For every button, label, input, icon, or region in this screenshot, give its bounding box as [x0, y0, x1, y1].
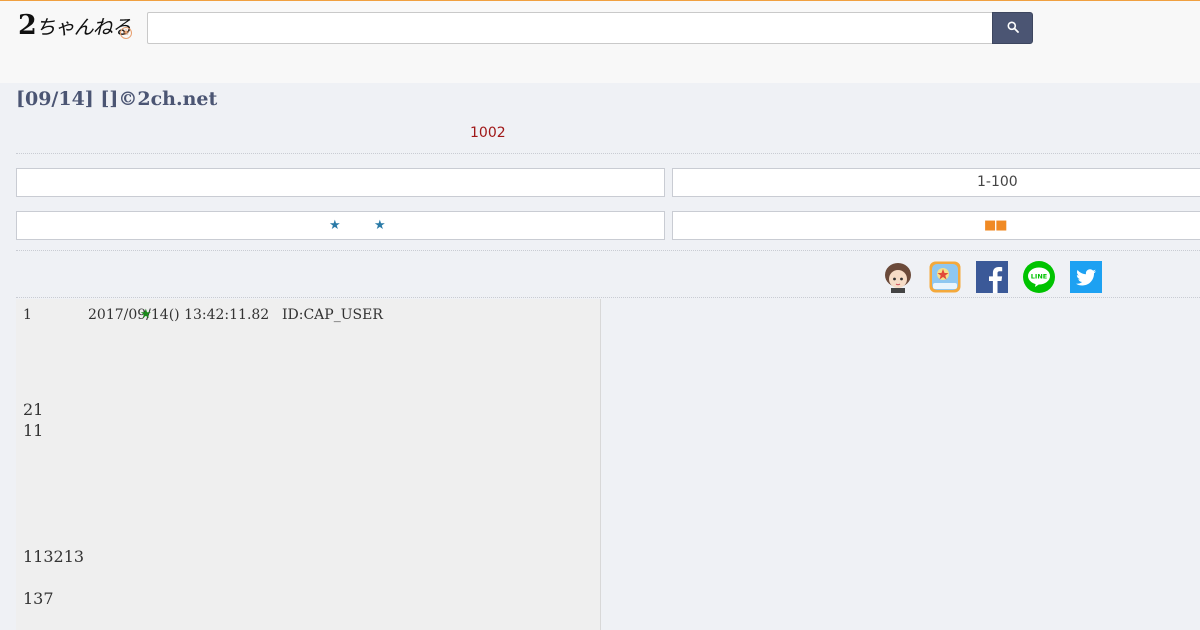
nav-range-label: 1-100 — [977, 174, 1018, 190]
post-header: 1 2017/09/14() 13:42:11.82 ID:CAP_USER — [23, 307, 383, 323]
logo-ring-icon: ❀ — [120, 27, 132, 39]
nav-bookmark-button[interactable]: ★ ★ — [16, 211, 665, 240]
facebook-icon[interactable] — [976, 261, 1008, 293]
2ch-app-icon[interactable] — [929, 261, 961, 293]
post-body-line: 11 — [23, 421, 44, 440]
svg-text:LINE: LINE — [1031, 273, 1047, 281]
star-icon: ★ — [329, 218, 341, 233]
thread-title: [09/14] []©2ch.net — [16, 88, 218, 110]
line-icon[interactable]: LINE — [1023, 261, 1055, 293]
divider — [16, 250, 1200, 251]
top-bar: 2ちゃんねる ❀ — [0, 0, 1200, 83]
post-count: 1002 — [470, 125, 506, 141]
magnifier-icon — [1007, 21, 1019, 33]
square-icon: ■■ — [984, 218, 1008, 233]
nav-latest-button[interactable]: ■■ — [672, 211, 1200, 240]
post-id[interactable]: ID:CAP_USER — [282, 307, 383, 323]
post-body-line: 113213 — [23, 547, 85, 566]
twitter-icon[interactable] — [1070, 261, 1102, 293]
post-body-line: 137 — [23, 589, 54, 608]
post-1: 1 2017/09/14() 13:42:11.82 ID:CAP_USER ★… — [16, 299, 601, 630]
mascot-icon[interactable] — [882, 261, 914, 293]
post-number[interactable]: 1 — [23, 307, 32, 323]
nav-range-button[interactable]: 1-100 — [672, 168, 1200, 197]
star-icon: ★ — [140, 307, 152, 322]
search-input[interactable] — [147, 12, 993, 44]
post-date: 2017/09/14() 13:42:11.82 — [88, 307, 270, 323]
divider — [16, 153, 1200, 154]
divider — [16, 297, 1200, 298]
post-body-line: 21 — [23, 400, 44, 419]
search-button[interactable] — [992, 12, 1033, 44]
site-logo[interactable]: 2ちゃんねる ❀ — [18, 8, 136, 44]
star-icon: ★ — [374, 218, 386, 233]
logo-text: 2ちゃんねる — [18, 10, 132, 41]
nav-all-button[interactable] — [16, 168, 665, 197]
